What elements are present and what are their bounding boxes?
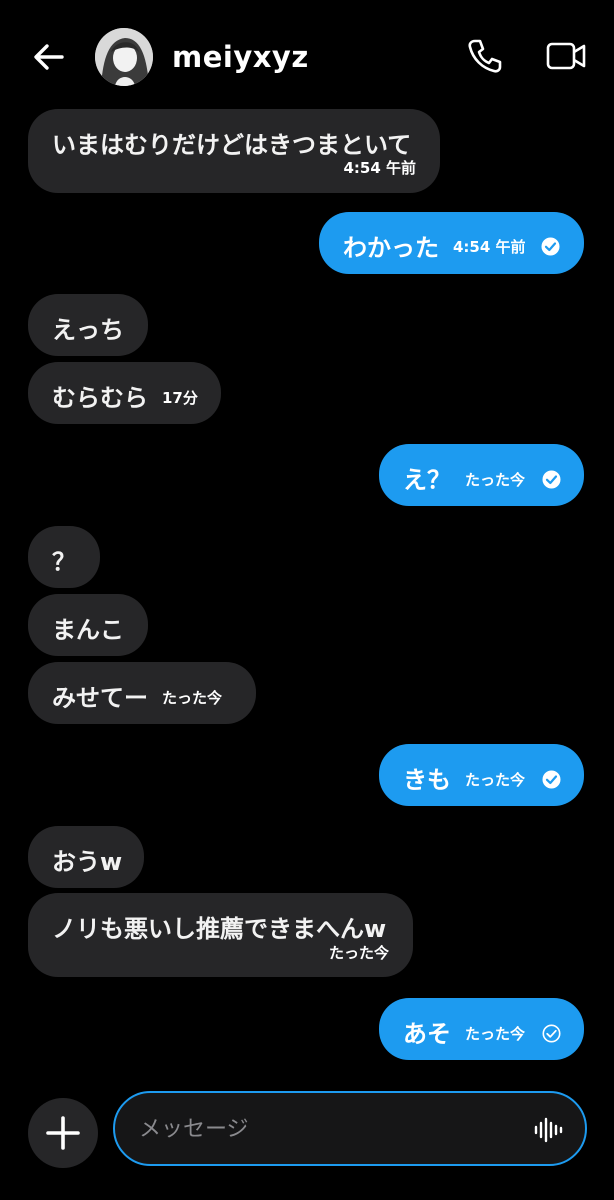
message-bubble-incoming[interactable]: えっち xyxy=(28,294,148,356)
voice-message-button[interactable] xyxy=(533,1115,563,1145)
message-text: ノリも悪いし推薦できまへんw xyxy=(52,915,387,943)
message-bubble-outgoing[interactable]: きも たった今 xyxy=(379,744,584,806)
message-text: わかった xyxy=(343,234,439,262)
message-timestamp: たった今 xyxy=(465,1025,526,1043)
message-bubble-incoming[interactable]: まんこ xyxy=(28,594,148,656)
voice-call-button[interactable] xyxy=(464,36,504,76)
message-timestamp: たった今 xyxy=(162,689,223,707)
message-text: きも xyxy=(403,766,451,794)
message-bubble-incoming[interactable]: いまはむりだけどはきつまといて 4:54 午前 xyxy=(28,109,440,193)
message-text: みせてー xyxy=(52,684,148,712)
message-text: おうw xyxy=(52,848,123,876)
avatar[interactable] xyxy=(95,28,153,86)
message-text: え？ xyxy=(403,466,451,494)
read-check-icon xyxy=(541,237,560,256)
message-bubble-outgoing[interactable]: え？ たった今 xyxy=(379,444,584,506)
message-bubble-incoming[interactable]: ？ xyxy=(28,526,100,588)
voice-wave-icon xyxy=(534,1117,563,1143)
chat-username[interactable]: meiyxyz xyxy=(172,40,309,74)
message-bubble-incoming[interactable]: むらむら 17分 xyxy=(28,362,221,424)
read-check-icon xyxy=(542,770,561,789)
message-text: まんこ xyxy=(52,616,124,644)
message-text: ？ xyxy=(52,548,76,576)
message-timestamp: 4:54 午前 xyxy=(453,238,526,256)
message-input[interactable] xyxy=(139,1111,519,1147)
message-text: いまはむりだけどはきつまといて xyxy=(52,131,412,159)
video-camera-icon xyxy=(546,42,586,70)
chat-header: meiyxyz xyxy=(0,0,614,112)
message-bubble-outgoing[interactable]: わかった 4:54 午前 xyxy=(319,212,584,274)
plus-icon xyxy=(46,1116,80,1150)
message-text: むらむら xyxy=(52,384,148,412)
message-text: えっち xyxy=(52,316,124,344)
message-timestamp: 4:54 午前 xyxy=(343,159,416,177)
message-bubble-incoming[interactable]: みせてー たった今 xyxy=(28,662,256,724)
message-timestamp: 17分 xyxy=(162,389,198,407)
phone-icon xyxy=(468,39,502,73)
back-arrow-icon xyxy=(34,44,64,70)
message-timestamp: たった今 xyxy=(465,771,526,789)
message-timestamp: たった今 xyxy=(328,944,389,962)
message-text: あそ xyxy=(403,1020,451,1048)
sent-check-icon xyxy=(542,1024,561,1043)
avatar-illustration xyxy=(95,28,153,86)
message-bubble-outgoing[interactable]: あそ たった今 xyxy=(379,998,584,1060)
add-attachment-button[interactable] xyxy=(28,1098,98,1168)
video-call-button[interactable] xyxy=(545,38,587,74)
read-check-icon xyxy=(542,470,561,489)
back-button[interactable] xyxy=(30,38,68,76)
message-timestamp: たった今 xyxy=(465,471,526,489)
message-composer xyxy=(113,1091,587,1166)
message-bubble-incoming[interactable]: ノリも悪いし推薦できまへんw たった今 xyxy=(28,893,413,977)
message-bubble-incoming[interactable]: おうw xyxy=(28,826,144,888)
